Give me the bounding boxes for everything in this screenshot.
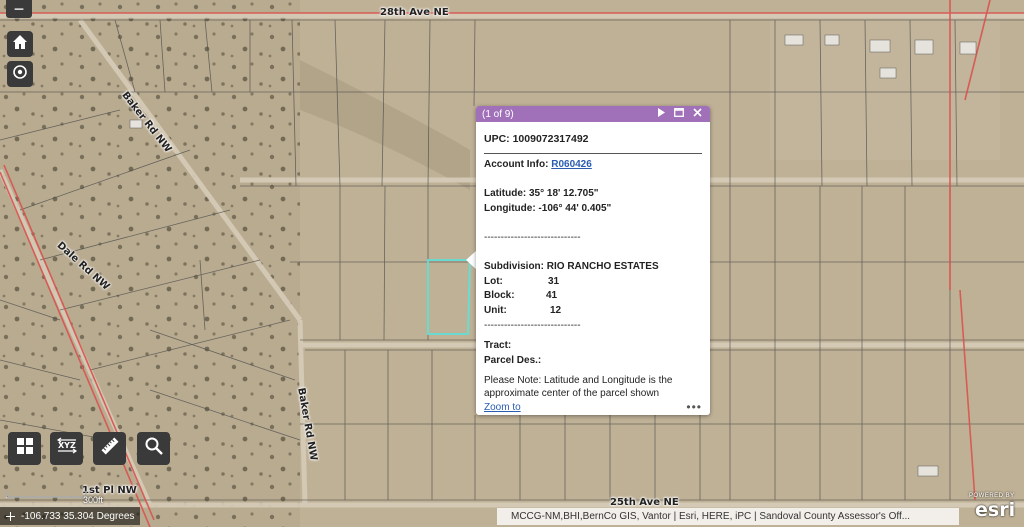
road-label-28th-ave: 28th Ave NE <box>380 7 449 18</box>
next-feature-button[interactable] <box>654 107 668 121</box>
maximize-button[interactable] <box>672 107 686 121</box>
home-icon <box>11 33 29 56</box>
unit-row: Unit: 12 <box>484 304 702 319</box>
search-button[interactable] <box>137 432 170 465</box>
crosshair-icon <box>6 511 15 521</box>
basemap-gallery-button[interactable] <box>8 432 41 465</box>
account-info-row: Account Info: R060426 <box>484 158 702 173</box>
grid-icon <box>15 436 35 461</box>
close-button[interactable] <box>690 107 704 121</box>
coordinate-conversion-button[interactable]: XYZ <box>50 432 83 465</box>
locate-icon <box>11 63 29 86</box>
lat-long-note: Please Note: Latitude and Longitude is t… <box>484 375 673 399</box>
coordinate-readout[interactable]: -106.733 35.304 Degrees <box>0 507 140 525</box>
parcel-popup: (1 of 9) UPC: 1009072317492 Account Info… <box>476 106 710 415</box>
maximize-icon <box>674 108 684 120</box>
longitude-row: Longitude: -106° 44' 0.405" <box>484 202 612 214</box>
popup-footer: Zoom to ••• <box>476 399 710 415</box>
popup-header: (1 of 9) <box>476 106 710 122</box>
zoom-out-button[interactable]: − <box>6 0 32 19</box>
block-label: Block: <box>484 290 515 302</box>
account-info-label: Account Info: <box>484 159 549 170</box>
measure-button[interactable] <box>93 432 126 465</box>
popup-content[interactable]: UPC: 1009072317492 Account Info: R060426… <box>476 122 710 399</box>
xyz-icon: XYZ <box>55 436 79 461</box>
zoom-to-link[interactable]: Zoom to <box>484 402 686 413</box>
close-icon <box>692 108 702 120</box>
unit-value: 12 <box>550 304 562 316</box>
divider-row-2: ----------------------------- <box>484 319 581 331</box>
home-button[interactable] <box>7 31 33 57</box>
parcel-des-row: Parcel Des.: <box>484 354 542 366</box>
lot-row: Lot: 31 <box>484 275 702 290</box>
latitude-row: Latitude: 35° 18' 12.705" <box>484 188 599 200</box>
block-value: 41 <box>546 290 558 302</box>
road-label-25th-ave: 25th Ave NE <box>610 497 679 508</box>
attribution-text: MCCG-NM,BHI,BernCo GIS, Vantor | Esri, H… <box>511 511 911 522</box>
divider-row: ----------------------------- <box>484 231 581 243</box>
ruler-icon <box>100 436 120 461</box>
popup-feature-count: (1 of 9) <box>482 108 514 120</box>
play-icon <box>657 108 665 120</box>
block-row: Block: 41 <box>484 289 702 304</box>
lot-label: Lot: <box>484 275 503 287</box>
search-icon <box>144 436 164 461</box>
scale-label: 300ft <box>83 495 104 505</box>
coordinate-text: -106.733 35.304 Degrees <box>21 510 135 522</box>
account-info-link[interactable]: R060426 <box>551 159 592 170</box>
subdivision-row: Subdivision: RIO RANCHO ESTATES <box>484 261 659 273</box>
esri-logo[interactable]: POWERED BY esri <box>963 493 1019 523</box>
esri-wordmark: esri <box>975 499 1016 521</box>
popup-title: UPC: 1009072317492 <box>484 128 702 154</box>
unit-label: Unit: <box>484 304 507 316</box>
attribution-bar[interactable]: MCCG-NM,BHI,BernCo GIS, Vantor | Esri, H… <box>497 508 959 525</box>
tract-row: Tract: <box>484 340 512 352</box>
lot-value: 31 <box>548 275 560 287</box>
locate-button[interactable] <box>7 61 33 87</box>
more-actions-button[interactable]: ••• <box>686 400 702 414</box>
